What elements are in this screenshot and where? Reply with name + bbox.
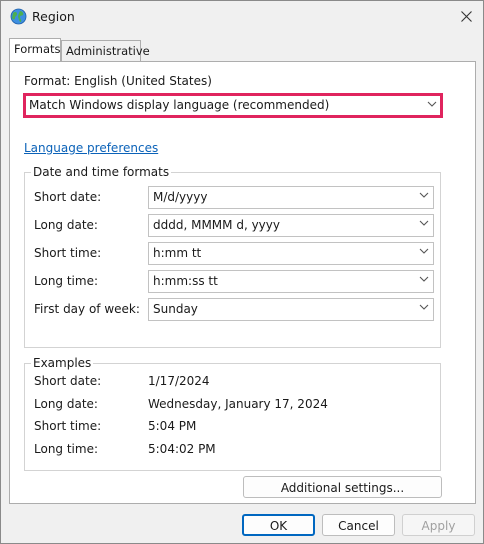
long-time-label: Long time: [34,274,99,288]
group-legend: Examples [31,356,94,370]
chevron-down-icon [419,248,429,254]
example-short-date-value: 1/17/2024 [148,374,210,388]
example-long-time-value: 5:04:02 PM [148,442,216,456]
apply-button[interactable]: Apply [402,514,475,536]
chevron-down-icon [419,220,429,226]
ok-button[interactable]: OK [242,514,315,536]
example-long-date-label: Long date: [34,397,98,411]
tab-administrative[interactable]: Administrative [61,40,150,61]
dropdown-value: dddd, MMMM d, yyyy [153,218,280,232]
language-preferences-link[interactable]: Language preferences [24,141,158,155]
long-date-dropdown[interactable]: dddd, MMMM d, yyyy [148,214,434,237]
chevron-down-icon [427,101,437,107]
first-day-of-week-label: First day of week: [34,302,140,316]
title-bar: Region [1,1,483,33]
chevron-down-icon [419,304,429,310]
close-button[interactable] [453,5,479,27]
chevron-down-icon [419,192,429,198]
short-date-dropdown[interactable]: M/d/yyyy [148,186,434,209]
format-label: Format: English (United States) [24,74,212,88]
group-legend: Date and time formats [31,165,172,179]
formats-panel: Format: English (United States) Match Wi… [9,61,476,504]
examples-group: Examples Short date: 1/17/2024 Long date… [24,356,441,471]
date-time-formats-group: Date and time formats Short date: M/d/yy… [24,165,441,348]
dropdown-value: M/d/yyyy [153,190,208,204]
example-short-date-label: Short date: [34,374,102,388]
chevron-down-icon [419,276,429,282]
example-short-time-value: 5:04 PM [148,419,197,433]
dropdown-value: h:mm tt [153,246,202,260]
format-dropdown-value: Match Windows display language (recommen… [29,98,330,112]
window-title: Region [32,9,75,24]
short-time-dropdown[interactable]: h:mm tt [148,242,434,265]
long-time-dropdown[interactable]: h:mm:ss tt [148,270,434,293]
tab-formats[interactable]: Formats [9,38,61,61]
long-date-label: Long date: [34,218,98,232]
example-long-date-value: Wednesday, January 17, 2024 [148,397,328,411]
example-short-time-label: Short time: [34,419,102,433]
dropdown-value: Sunday [153,302,198,316]
dropdown-value: h:mm:ss tt [153,274,218,288]
globe-icon [10,8,27,25]
region-dialog: Region Formats Administrative Format: En… [0,0,484,544]
first-day-of-week-dropdown[interactable]: Sunday [148,298,434,321]
additional-settings-button[interactable]: Additional settings... [243,476,442,498]
example-long-time-label: Long time: [34,442,99,456]
short-date-label: Short date: [34,190,102,204]
close-icon [460,10,472,22]
cancel-button[interactable]: Cancel [322,514,395,536]
format-dropdown[interactable]: Match Windows display language (recommen… [23,93,443,118]
short-time-label: Short time: [34,246,102,260]
